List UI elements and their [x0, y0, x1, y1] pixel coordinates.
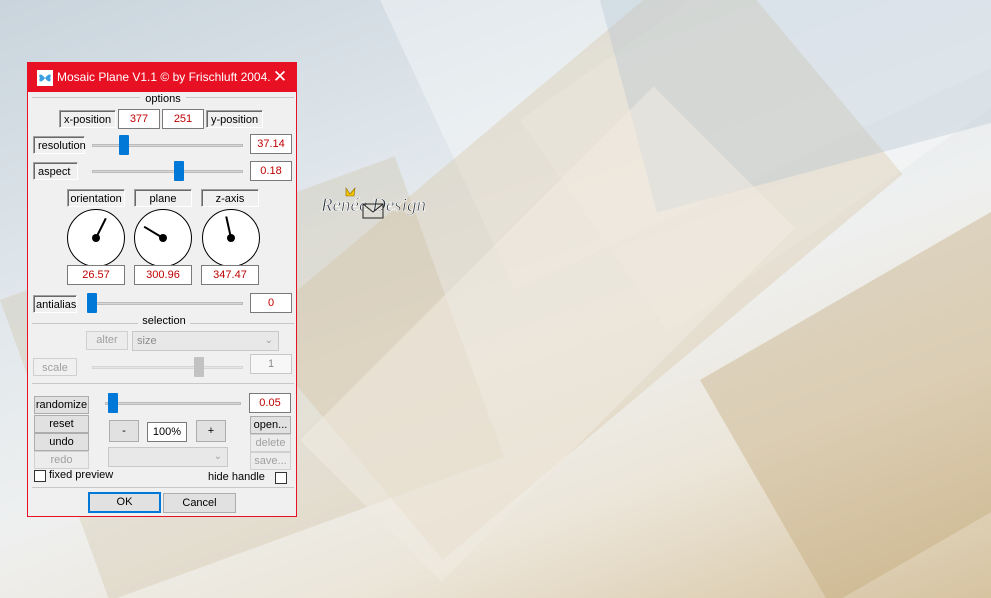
randomize-button[interactable]: randomize: [34, 396, 89, 414]
undo-button[interactable]: undo: [34, 433, 89, 451]
size-select[interactable]: size ⌄: [132, 331, 279, 351]
y-position-field[interactable]: 251: [162, 109, 204, 129]
plane-field[interactable]: 300.96: [134, 265, 192, 285]
aspect-slider-thumb[interactable]: [173, 161, 184, 181]
plane-dial[interactable]: [133, 208, 193, 268]
dialog-title: Mosaic Plane V1.1 © by Frischluft 2004.: [57, 70, 271, 84]
aspect-field[interactable]: 0.18: [250, 161, 292, 181]
scale-slider-thumb[interactable]: [193, 357, 204, 377]
orientation-label: orientation: [67, 189, 125, 207]
aspect-label: aspect: [33, 162, 78, 180]
zoom-in-button[interactable]: +: [196, 420, 226, 442]
y-position-label: y-position: [206, 110, 263, 128]
z-axis-label: z-axis: [201, 189, 259, 207]
scale-slider-track[interactable]: [92, 366, 243, 369]
resolution-field[interactable]: 37.14: [250, 134, 292, 154]
footer-divider: [32, 487, 294, 488]
watermark-text: Renée Design: [320, 195, 426, 216]
fixed-preview-checkbox[interactable]: [34, 470, 46, 482]
ok-button[interactable]: OK: [88, 492, 161, 513]
randomize-slider-track[interactable]: [105, 402, 241, 405]
antialias-label: antialias: [33, 295, 77, 313]
options-header: options: [140, 93, 186, 105]
mosaic-plane-dialog: Mosaic Plane V1.1 © by Frischluft 2004. …: [27, 62, 297, 517]
cancel-button[interactable]: Cancel: [163, 493, 236, 513]
orientation-dial[interactable]: [66, 208, 126, 268]
chevron-down-icon: ⌄: [213, 451, 222, 462]
fixed-preview-label: fixed preview: [49, 469, 114, 481]
x-position-field[interactable]: 377: [118, 109, 160, 129]
open-button[interactable]: open...: [250, 416, 291, 434]
z-axis-field[interactable]: 347.47: [201, 265, 259, 285]
chevron-down-icon: ⌄: [264, 335, 273, 346]
resolution-label: resolution: [33, 136, 86, 154]
selection-header: selection: [138, 315, 190, 327]
plane-label: plane: [134, 189, 192, 207]
close-icon[interactable]: ✕: [270, 67, 290, 87]
alter-button[interactable]: alter: [86, 331, 128, 350]
z-axis-dial[interactable]: [201, 208, 261, 268]
size-select-value: size: [137, 335, 157, 347]
resolution-slider-thumb[interactable]: [118, 135, 129, 155]
orientation-field[interactable]: 26.57: [67, 265, 125, 285]
watermark-logo: Renée Design: [318, 186, 434, 226]
hide-handle-checkbox[interactable]: [275, 472, 287, 484]
resolution-slider-track[interactable]: [92, 144, 243, 147]
antialias-field[interactable]: 0: [250, 293, 292, 313]
hide-handle-label: hide handle: [208, 471, 265, 483]
reset-button[interactable]: reset: [34, 415, 89, 433]
titlebar: Mosaic Plane V1.1 © by Frischluft 2004. …: [28, 63, 296, 92]
x-position-label: x-position: [59, 110, 116, 128]
scale-field[interactable]: 1: [250, 354, 292, 374]
butterfly-icon: [37, 70, 53, 86]
randomize-field[interactable]: 0.05: [249, 393, 291, 413]
preset-select[interactable]: ⌄: [108, 447, 228, 467]
randomize-slider-thumb[interactable]: [107, 393, 118, 413]
zoom-out-button[interactable]: -: [109, 420, 139, 442]
redo-button[interactable]: redo: [34, 451, 89, 469]
antialias-slider-thumb[interactable]: [87, 293, 97, 313]
scale-label: scale: [33, 358, 77, 376]
antialias-slider-track[interactable]: [92, 302, 243, 305]
zoom-field[interactable]: 100%: [147, 422, 187, 442]
aspect-slider-track[interactable]: [92, 170, 243, 173]
save-button[interactable]: save...: [250, 452, 291, 470]
bottom-divider: [32, 383, 294, 384]
delete-button[interactable]: delete: [250, 434, 291, 452]
